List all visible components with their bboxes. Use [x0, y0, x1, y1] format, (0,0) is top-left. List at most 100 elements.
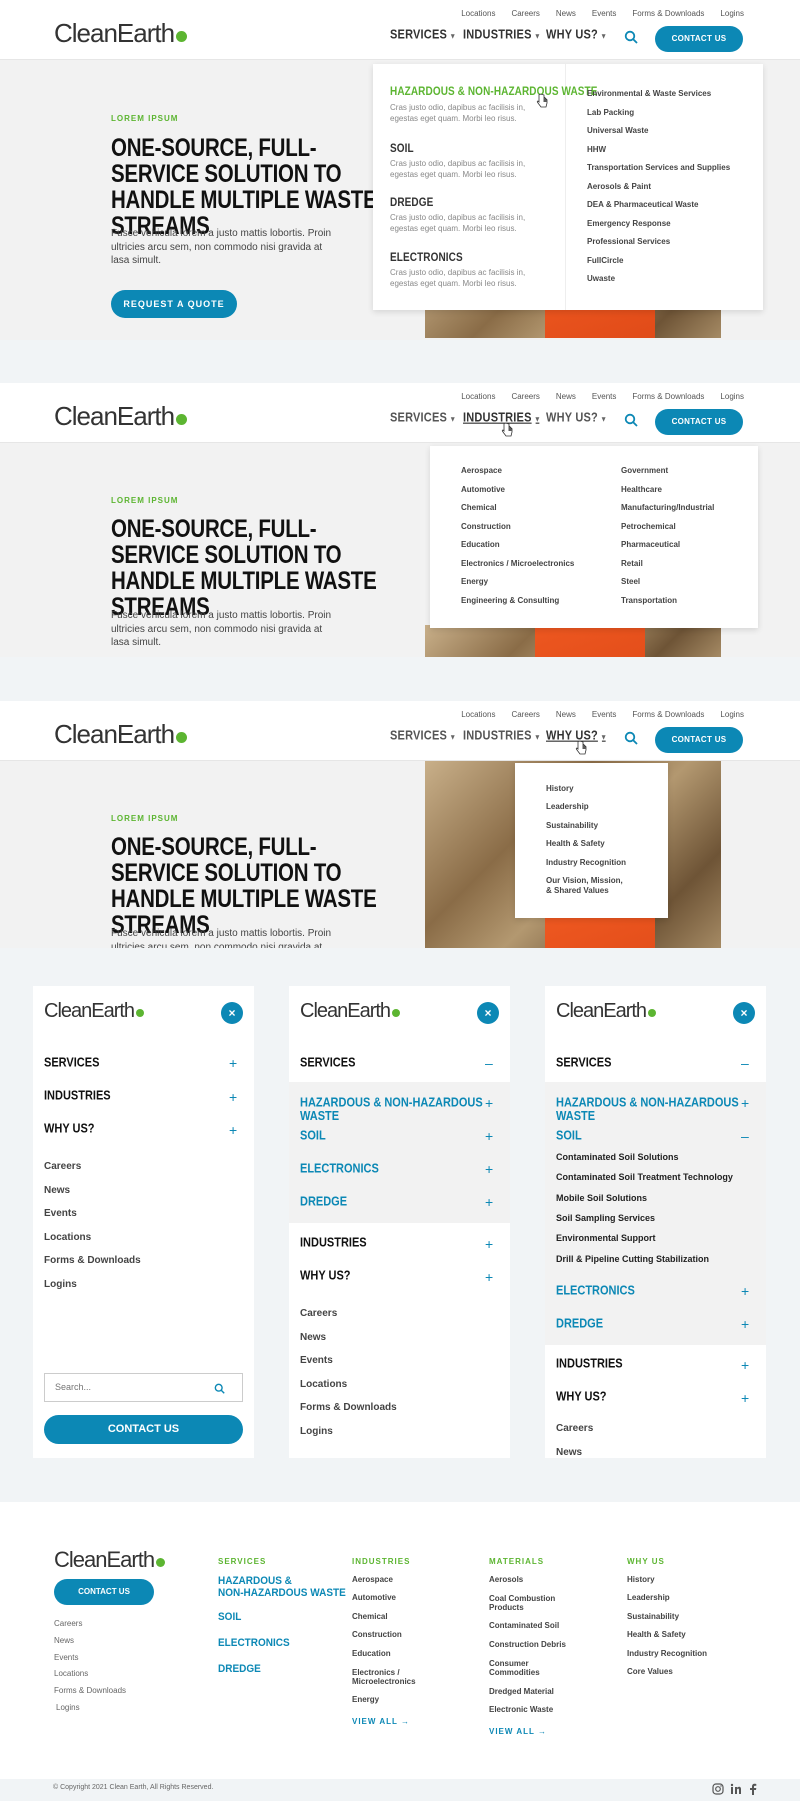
search-icon[interactable] — [624, 30, 638, 44]
close-icon[interactable]: × — [477, 1002, 499, 1024]
menu-link[interactable]: Transportation Services and Supplies — [587, 163, 730, 172]
footer-link[interactable]: Consumer — [489, 1659, 529, 1668]
footer-link[interactable]: Construction Debris — [489, 1640, 566, 1649]
drawer-sub-item[interactable]: DREDGE — [300, 1195, 347, 1209]
drawer-link[interactable]: Logins — [300, 1426, 333, 1437]
plus-icon[interactable]: + — [229, 1090, 237, 1104]
plus-icon[interactable]: + — [485, 1237, 493, 1251]
menu-link[interactable]: Leadership — [546, 802, 589, 811]
plus-icon[interactable]: + — [229, 1056, 237, 1070]
plus-icon[interactable]: + — [229, 1123, 237, 1137]
menu-link[interactable]: Engineering & Consulting — [461, 596, 559, 605]
utility-link[interactable]: Locations — [461, 9, 495, 18]
drawer-contact-button[interactable]: CONTACT US — [44, 1415, 243, 1444]
drawer-link[interactable]: Careers — [556, 1423, 593, 1434]
utility-link[interactable]: Events — [592, 392, 616, 401]
drawer-soil-link[interactable]: Soil Sampling Services — [556, 1213, 655, 1223]
footer-link[interactable]: History — [627, 1575, 655, 1584]
menu-link[interactable]: Aerosols & Paint — [587, 182, 651, 191]
menu-link[interactable]: Transportation — [621, 596, 677, 605]
plus-icon[interactable]: + — [485, 1270, 493, 1284]
utility-link[interactable]: Locations — [461, 710, 495, 719]
view-all-materials[interactable]: VIEW ALL → — [489, 1727, 547, 1736]
drawer-link[interactable]: Locations — [300, 1379, 347, 1390]
menu-link[interactable]: History — [546, 784, 574, 793]
drawer-link[interactable]: News — [44, 1185, 70, 1196]
search-icon[interactable] — [624, 413, 638, 427]
footer-link[interactable]: Logins — [56, 1703, 80, 1712]
utility-link[interactable]: Careers — [511, 710, 539, 719]
footer-link[interactable]: Education — [352, 1649, 391, 1658]
footer-link[interactable]: Leadership — [627, 1593, 670, 1602]
plus-icon[interactable]: + — [741, 1096, 749, 1110]
plus-icon[interactable]: + — [485, 1096, 493, 1110]
utility-link[interactable]: Forms & Downloads — [632, 710, 704, 719]
nav-industries[interactable]: INDUSTRIES ▾ — [463, 28, 539, 42]
footer-link[interactable]: Energy — [352, 1695, 379, 1704]
footer-link[interactable]: Electronics / — [352, 1668, 400, 1677]
menu-link[interactable]: & Shared Values — [546, 886, 609, 895]
drawer-soil-link[interactable]: Environmental Support — [556, 1233, 656, 1243]
drawer-link[interactable]: Forms & Downloads — [300, 1402, 397, 1413]
footer-link[interactable]: Careers — [54, 1619, 82, 1628]
utility-link[interactable]: Forms & Downloads — [632, 9, 704, 18]
site-logo[interactable]: CleanEarth — [54, 721, 188, 747]
drawer-soil-link[interactable]: Contaminated Soil Solutions — [556, 1152, 679, 1162]
footer-link[interactable]: Electronic Waste — [489, 1705, 553, 1714]
drawer-sub-item[interactable]: HAZARDOUS & NON-HAZARDOUS WASTE — [300, 1096, 510, 1124]
drawer-sub-item[interactable]: HAZARDOUS & NON-HAZARDOUS WASTE — [556, 1096, 766, 1124]
facebook-icon[interactable] — [748, 1783, 758, 1795]
plus-icon[interactable]: + — [485, 1162, 493, 1176]
drawer-sub-item[interactable]: ELECTRONICS — [556, 1284, 635, 1298]
drawer-section-whyus[interactable]: WHY US? — [556, 1390, 607, 1404]
menu-link[interactable]: HHW — [587, 145, 606, 154]
footer-contact-button[interactable]: CONTACT US — [54, 1579, 154, 1605]
footer-link[interactable]: Events — [54, 1653, 78, 1662]
menu-link[interactable]: Industry Recognition — [546, 858, 626, 867]
site-logo[interactable]: CleanEarth — [54, 403, 188, 429]
menu-group-title[interactable]: DREDGE — [390, 197, 433, 210]
footer-service-link[interactable]: SOIL — [218, 1611, 241, 1624]
footer-logo[interactable]: CleanEarth — [54, 1549, 166, 1571]
menu-link[interactable]: Energy — [461, 577, 488, 586]
view-all-industries[interactable]: VIEW ALL → — [352, 1717, 410, 1726]
menu-link[interactable]: Petrochemical — [621, 522, 676, 531]
menu-link[interactable]: FullCircle — [587, 256, 623, 265]
footer-link[interactable]: Health & Safety — [627, 1630, 686, 1639]
utility-link[interactable]: Logins — [720, 710, 744, 719]
plus-icon[interactable]: + — [741, 1317, 749, 1331]
menu-link[interactable]: Pharmaceutical — [621, 540, 680, 549]
site-logo[interactable]: CleanEarth — [44, 1001, 145, 1021]
nav-services[interactable]: SERVICES ▾ — [390, 411, 455, 425]
utility-link[interactable]: Logins — [720, 9, 744, 18]
drawer-link[interactable]: Careers — [44, 1161, 81, 1172]
menu-link[interactable]: Sustainability — [546, 821, 598, 830]
nav-industries[interactable]: INDUSTRIES ▾ — [463, 729, 539, 743]
drawer-section-whyus[interactable]: WHY US? — [44, 1122, 95, 1136]
request-quote-button[interactable]: REQUEST A QUOTE — [111, 290, 237, 318]
footer-link[interactable]: Aerospace — [352, 1575, 393, 1584]
drawer-link[interactable]: News — [556, 1447, 582, 1458]
nav-whyus[interactable]: WHY US? ▾ — [546, 28, 606, 42]
site-logo[interactable]: CleanEarth — [556, 1001, 657, 1021]
utility-link[interactable]: Events — [592, 9, 616, 18]
nav-services[interactable]: SERVICES ▾ — [390, 28, 455, 42]
linkedin-icon[interactable] — [730, 1783, 742, 1795]
plus-icon[interactable]: + — [485, 1129, 493, 1143]
footer-link[interactable]: Locations — [54, 1669, 88, 1678]
menu-link[interactable]: Education — [461, 540, 500, 549]
footer-link[interactable]: Contaminated Soil — [489, 1621, 559, 1630]
drawer-link[interactable]: Events — [300, 1355, 333, 1366]
utility-link[interactable]: Careers — [511, 392, 539, 401]
search-icon[interactable] — [624, 731, 638, 745]
menu-link[interactable]: Government — [621, 466, 668, 475]
drawer-section-services[interactable]: SERVICES — [44, 1056, 99, 1070]
footer-link[interactable]: Dredged Material — [489, 1687, 554, 1696]
nav-services[interactable]: SERVICES ▾ — [390, 729, 455, 743]
footer-link[interactable]: Forms & Downloads — [54, 1686, 126, 1695]
menu-group-title[interactable]: HAZARDOUS & NON-HAZARDOUS WASTE — [390, 86, 598, 99]
menu-link[interactable]: Our Vision, Mission, — [546, 876, 623, 885]
contact-button[interactable]: CONTACT US — [655, 26, 743, 52]
footer-service-link[interactable]: ELECTRONICS — [218, 1637, 290, 1650]
contact-button[interactable]: CONTACT US — [655, 727, 743, 753]
